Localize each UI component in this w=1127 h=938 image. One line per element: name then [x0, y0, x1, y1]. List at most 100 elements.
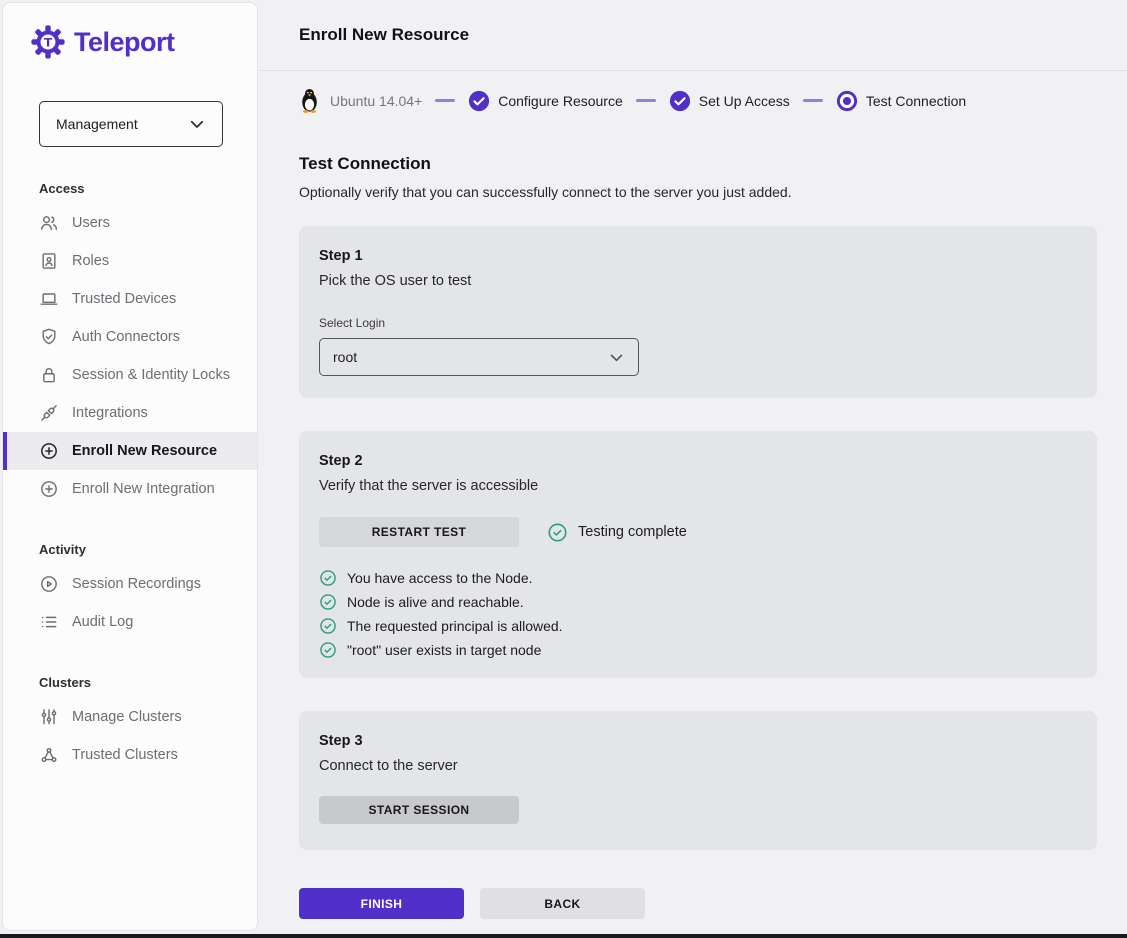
testing-status-label: Testing complete — [578, 524, 687, 540]
lock-icon — [39, 365, 59, 385]
sidebar-item-label: Session & Identity Locks — [72, 367, 230, 383]
sidebar-section-access: Access — [39, 181, 257, 196]
sidebar-item-label: Trusted Devices — [72, 291, 176, 307]
sidebar-item-label: Integrations — [72, 405, 148, 421]
check-item-label: You have access to the Node. — [347, 570, 533, 586]
step1-title: Step 1 — [319, 248, 1077, 264]
sidebar-item-enroll-new-resource[interactable]: Enroll New Resource — [3, 432, 257, 470]
sidebar-item-label: Users — [72, 215, 110, 231]
sidebar-section-activity: Activity — [39, 542, 257, 557]
restart-test-button[interactable]: RESTART TEST — [319, 517, 519, 547]
sidebar-item-label: Enroll New Resource — [72, 443, 217, 459]
step3-card: Step 3 Connect to the server START SESSI… — [299, 711, 1097, 850]
workspace-selector-value: Management — [56, 116, 138, 132]
stepper-dash — [803, 99, 823, 102]
success-check-icon — [319, 617, 337, 635]
step-current-ring-icon — [836, 90, 858, 112]
check-item: Node is alive and reachable. — [319, 593, 1077, 611]
start-session-button[interactable]: START SESSION — [319, 796, 519, 824]
stepper-step-label: Configure Resource — [498, 93, 623, 109]
stepper-step-test-connection: Test Connection — [836, 90, 966, 112]
sidebar-item-label: Audit Log — [72, 614, 133, 630]
stepper: Ubuntu 14.04+ Configure Resource Set Up … — [259, 71, 1127, 119]
step2-description: Verify that the server is accessible — [319, 478, 1077, 494]
check-item: The requested principal is allowed. — [319, 617, 1077, 635]
sidebar-item-label: Trusted Clusters — [72, 747, 178, 763]
check-item: You have access to the Node. — [319, 569, 1077, 587]
section-subtitle: Optionally verify that you can successfu… — [299, 184, 1097, 200]
laptop-icon — [39, 289, 59, 309]
sidebar-item-integrations[interactable]: Integrations — [3, 394, 257, 432]
stepper-dash — [435, 99, 455, 102]
list-icon — [39, 612, 59, 632]
success-check-icon — [547, 522, 568, 543]
sidebar-item-manage-clusters[interactable]: Manage Clusters — [3, 698, 257, 736]
sliders-icon — [39, 707, 59, 727]
success-check-icon — [319, 569, 337, 587]
sidebar-item-trusted-clusters[interactable]: Trusted Clusters — [3, 736, 257, 774]
sidebar-item-label: Roles — [72, 253, 109, 269]
step1-card: Step 1 Pick the OS user to test Select L… — [299, 226, 1097, 398]
stepper-step-set-up-access: Set Up Access — [669, 90, 790, 112]
success-check-icon — [319, 593, 337, 611]
check-item: "root" user exists in target node — [319, 641, 1077, 659]
roles-icon — [39, 251, 59, 271]
sidebar-item-auth-connectors[interactable]: Auth Connectors — [3, 318, 257, 356]
step2-card: Step 2 Verify that the server is accessi… — [299, 431, 1097, 678]
main-area: Enroll New Resource Ubuntu 14.04+ — [259, 0, 1127, 938]
sidebar-item-audit-log[interactable]: Audit Log — [3, 603, 257, 641]
stepper-resource: Ubuntu 14.04+ — [297, 87, 422, 114]
finish-button[interactable]: FINISH — [299, 888, 464, 919]
back-button[interactable]: BACK — [480, 888, 645, 919]
step3-description: Connect to the server — [319, 758, 1077, 774]
sidebar-item-label: Auth Connectors — [72, 329, 180, 345]
sidebar-item-roles[interactable]: Roles — [3, 242, 257, 280]
sidebar-item-trusted-devices[interactable]: Trusted Devices — [3, 280, 257, 318]
stepper-dash — [636, 99, 656, 102]
chevron-down-icon — [608, 349, 625, 366]
shield-check-icon — [39, 327, 59, 347]
page-title: Enroll New Resource — [299, 25, 469, 45]
sidebar-item-label: Session Recordings — [72, 576, 201, 592]
select-login-value: root — [333, 349, 357, 365]
stepper-step-label: Test Connection — [866, 93, 966, 109]
network-nodes-icon — [39, 745, 59, 765]
check-item-label: Node is alive and reachable. — [347, 594, 524, 610]
step1-description: Pick the OS user to test — [319, 273, 1077, 289]
sidebar-item-label: Manage Clusters — [72, 709, 182, 725]
sidebar-item-session-recordings[interactable]: Session Recordings — [3, 565, 257, 603]
plus-circle-icon — [39, 441, 59, 461]
content: Test Connection Optionally verify that y… — [259, 154, 1127, 919]
step-done-check-icon — [669, 90, 691, 112]
testing-status: Testing complete — [547, 522, 687, 543]
sidebar-section-clusters: Clusters — [39, 675, 257, 690]
sidebar-item-users[interactable]: Users — [3, 204, 257, 242]
step2-title: Step 2 — [319, 453, 1077, 469]
svg-text:T: T — [44, 35, 53, 49]
select-login-label: Select Login — [319, 316, 1077, 330]
check-item-label: "root" user exists in target node — [347, 642, 541, 658]
section-title: Test Connection — [299, 154, 1097, 174]
step3-title: Step 3 — [319, 733, 1077, 749]
teleport-gear-icon: T — [31, 25, 65, 59]
sidebar-item-enroll-new-integration[interactable]: Enroll New Integration — [3, 470, 257, 508]
users-icon — [39, 213, 59, 233]
sidebar: T Teleport Management Access Users Roles… — [2, 2, 258, 931]
brand-name: Teleport — [74, 27, 175, 58]
play-circle-icon — [39, 574, 59, 594]
plug-icon — [39, 403, 59, 423]
workspace-selector[interactable]: Management — [39, 101, 223, 147]
sidebar-item-label: Enroll New Integration — [72, 481, 215, 497]
select-login-dropdown[interactable]: root — [319, 338, 639, 376]
teleport-logo[interactable]: T Teleport — [3, 3, 257, 59]
window-bottom-edge — [0, 934, 1127, 938]
linux-tux-icon — [297, 87, 322, 114]
sidebar-item-session-identity-locks[interactable]: Session & Identity Locks — [3, 356, 257, 394]
stepper-resource-label: Ubuntu 14.04+ — [330, 93, 422, 109]
chevron-down-icon — [188, 115, 206, 133]
stepper-step-label: Set Up Access — [699, 93, 790, 109]
check-list: You have access to the Node. Node is ali… — [319, 569, 1077, 659]
step-done-check-icon — [468, 90, 490, 112]
check-item-label: The requested principal is allowed. — [347, 618, 563, 634]
success-check-icon — [319, 641, 337, 659]
